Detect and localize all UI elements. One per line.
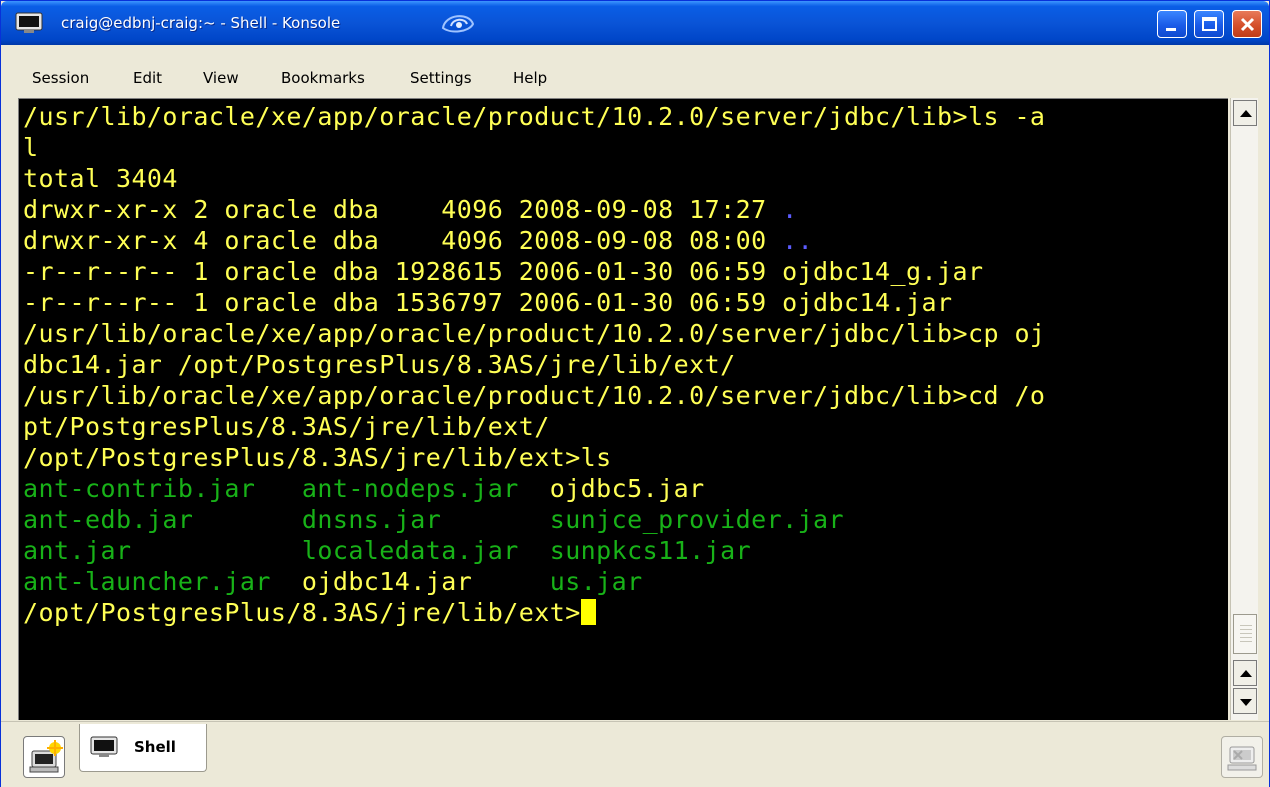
terminal-line: -r--r--r-- 1 oracle dba 1536797 2006-01-… — [23, 287, 952, 318]
terminal-line: -r--r--r-- 1 oracle dba 1928615 2006-01-… — [23, 256, 983, 287]
terminal-text: /usr/lib/oracle/xe/app/oracle/product/10… — [23, 102, 1046, 131]
close-session-icon — [1227, 746, 1257, 771]
terminal-line: total 3404 — [23, 163, 178, 194]
terminal-icon — [90, 736, 118, 757]
menu-bar: Session Edit View Bookmarks Settings Hel… — [1, 45, 1269, 95]
terminal-line: /usr/lib/oracle/xe/app/oracle/product/10… — [23, 318, 1045, 349]
menu-session[interactable]: Session — [32, 69, 89, 87]
terminal-text: /opt/PostgresPlus/8.3AS/jre/lib/ext>ls — [23, 443, 612, 472]
terminal-line: dbc14.jar /opt/PostgresPlus/8.3AS/jre/li… — [23, 349, 736, 380]
close-window-button[interactable] — [1232, 10, 1262, 38]
terminal-text: ojdbc14.jar — [301, 567, 473, 596]
terminal-text: -r--r--r-- 1 oracle dba 1536797 2006-01-… — [23, 288, 953, 317]
terminal-text: pt/PostgresPlus/8.3AS/jre/lib/ext/ — [23, 412, 550, 441]
terminal-text: dbc14.jar /opt/PostgresPlus/8.3AS/jre/li… — [23, 350, 736, 379]
scrollbar[interactable] — [1230, 98, 1258, 720]
terminal-line: drwxr-xr-x 4 oracle dba 4096 2008-09-08 … — [23, 225, 813, 256]
konqueror-shell-icon — [441, 15, 475, 33]
terminal-text: total 3404 — [23, 164, 178, 193]
menu-view[interactable]: View — [203, 69, 239, 87]
terminal-text: l — [23, 133, 39, 162]
terminal-text: ant-edb.jar dnsns.jar sunjce_provider.ja… — [23, 505, 845, 534]
terminal-line: pt/PostgresPlus/8.3AS/jre/lib/ext/ — [23, 411, 550, 442]
tab-shell[interactable]: Shell — [79, 724, 207, 772]
minimize-icon — [1166, 28, 1176, 31]
terminal-line: /usr/lib/oracle/xe/app/oracle/product/10… — [23, 380, 1045, 411]
scroll-up-button-top[interactable] — [1233, 100, 1257, 126]
terminal-text: /usr/lib/oracle/xe/app/oracle/product/10… — [23, 319, 1046, 348]
tab-bar: Shell — [1, 721, 1269, 787]
arrow-up-icon — [1240, 110, 1252, 117]
terminal-line: drwxr-xr-x 2 oracle dba 4096 2008-09-08 … — [23, 194, 798, 225]
terminal-text: ant-contrib.jar ant-nodeps.jar — [23, 474, 550, 503]
terminal-line: /opt/PostgresPlus/8.3AS/jre/lib/ext> — [23, 597, 596, 628]
scroll-up-button[interactable] — [1233, 660, 1257, 686]
terminal-text: .. — [782, 226, 814, 255]
maximize-button[interactable] — [1194, 10, 1224, 38]
terminal-text: . — [782, 195, 798, 224]
terminal-line: ant.jar localedata.jar sunpkcs11.jar — [23, 535, 751, 566]
terminal-line: ant-edb.jar dnsns.jar sunjce_provider.ja… — [23, 504, 844, 535]
terminal-text: drwxr-xr-x 2 oracle dba 4096 2008-09-08 … — [23, 195, 783, 224]
terminal-text: drwxr-xr-x 4 oracle dba 4096 2008-09-08 … — [23, 226, 783, 255]
terminal-cursor — [580, 599, 596, 625]
terminal-line: /usr/lib/oracle/xe/app/oracle/product/10… — [23, 101, 1045, 132]
tab-label: Shell — [134, 738, 176, 756]
new-session-icon — [29, 740, 63, 773]
menu-settings[interactable]: Settings — [410, 69, 472, 87]
menu-edit[interactable]: Edit — [133, 69, 162, 87]
close-session-button[interactable] — [1221, 736, 1263, 778]
terminal-line: ant-contrib.jar ant-nodeps.jar ojdbc5.ja… — [23, 473, 705, 504]
terminal-line: /opt/PostgresPlus/8.3AS/jre/lib/ext>ls — [23, 442, 612, 473]
terminal-text: us.jar — [472, 567, 643, 596]
arrow-up-icon — [1240, 670, 1252, 677]
terminal-text: /usr/lib/oracle/xe/app/oracle/product/10… — [23, 381, 1046, 410]
terminal-text: -r--r--r-- 1 oracle dba 1928615 2006-01-… — [23, 257, 984, 286]
close-icon — [1240, 17, 1255, 32]
arrow-down-icon — [1240, 699, 1252, 706]
scrollbar-thumb[interactable] — [1233, 614, 1257, 654]
terminal-text: ant.jar localedata.jar sunpkcs11.jar — [23, 536, 752, 565]
grip-icon — [1240, 625, 1252, 642]
minimize-button[interactable] — [1157, 10, 1187, 38]
terminal-line: l — [23, 132, 39, 163]
window-title: craig@edbnj-craig:~ - Shell - Konsole — [61, 14, 341, 32]
terminal-text: /opt/PostgresPlus/8.3AS/jre/lib/ext> — [23, 598, 581, 627]
terminal-text: ant-launcher.jar — [23, 567, 302, 596]
terminal-line: ant-launcher.jar ojdbc14.jar us.jar — [23, 566, 643, 597]
konsole-window: craig@edbnj-craig:~ - Shell - Konsole Se… — [0, 0, 1270, 787]
menu-bookmarks[interactable]: Bookmarks — [281, 69, 365, 87]
terminal-text: ojdbc5.jar — [549, 474, 705, 503]
maximize-icon — [1202, 17, 1217, 31]
new-session-button[interactable] — [23, 736, 65, 778]
title-bar[interactable]: craig@edbnj-craig:~ - Shell - Konsole — [1, 1, 1269, 45]
terminal-icon — [15, 12, 43, 33]
scroll-down-button[interactable] — [1233, 688, 1257, 714]
menu-help[interactable]: Help — [513, 69, 547, 87]
terminal-output[interactable]: /usr/lib/oracle/xe/app/oracle/product/10… — [18, 98, 1228, 720]
